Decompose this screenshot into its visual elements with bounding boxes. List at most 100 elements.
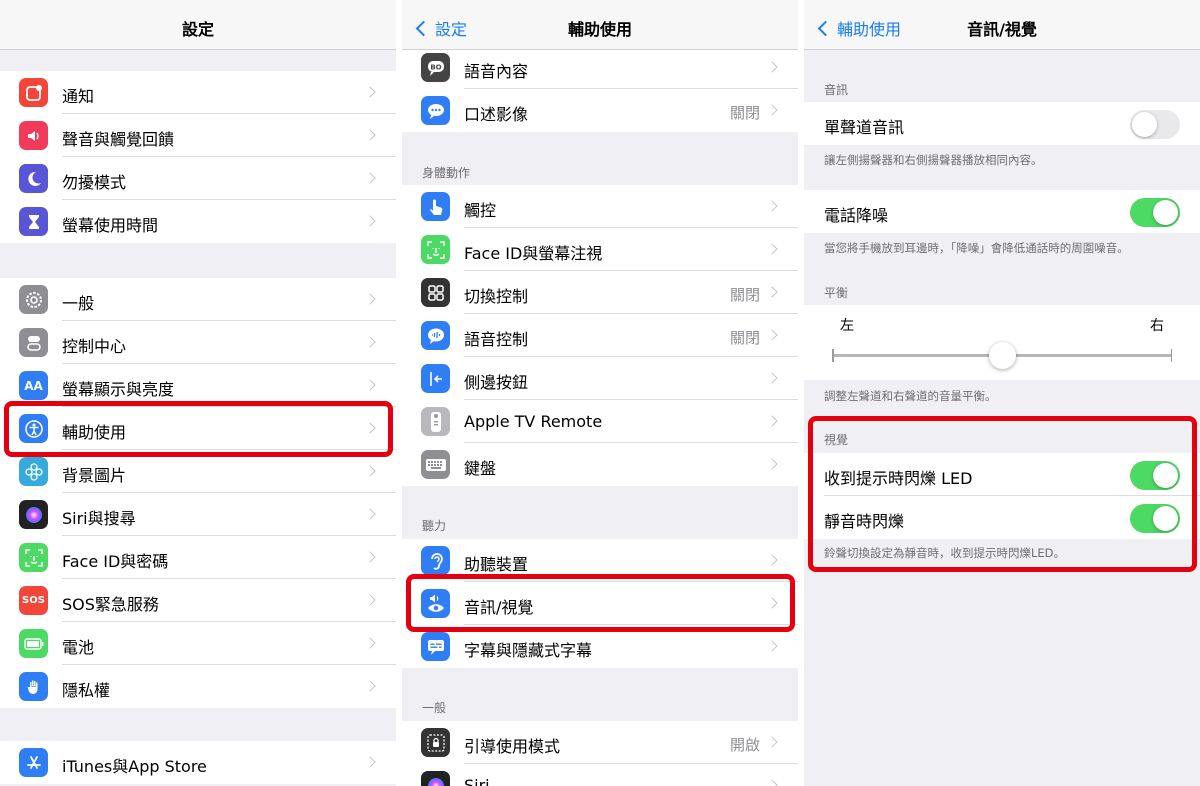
chevron-right-icon: [766, 286, 778, 298]
list-item-guided-access[interactable]: 引導使用模式 開啟: [402, 721, 798, 764]
list-item-display-brightness[interactable]: AA 螢幕顯示與亮度: [0, 364, 396, 407]
side-button-icon: [421, 364, 450, 393]
navigation-bar: 設定: [0, 0, 396, 50]
list-item-label: 隱私權: [62, 681, 111, 700]
chevron-right-icon: [364, 637, 376, 649]
chevron-right-icon: [766, 104, 778, 116]
mono-audio-toggle[interactable]: [1130, 110, 1180, 139]
page-title: 音訊/視覺: [967, 20, 1037, 39]
led-flash-label: 收到提示時閃爍 LED: [824, 469, 973, 488]
chevron-right-icon: [364, 551, 376, 563]
svg-text:BO: BO: [430, 63, 441, 71]
list-item-remote[interactable]: Apple TV Remote: [402, 400, 798, 443]
noise-cancellation-note: 當您將手機放到耳邊時，「降噪」會降低通話時的周圍噪音。: [824, 241, 1129, 255]
list-item-label: 側邊按鈕: [464, 373, 529, 392]
balance-note: 調整左聲道和右聲道的音量平衡。: [824, 389, 997, 403]
list-item-label: 鍵盤: [464, 459, 497, 478]
chevron-right-icon: [364, 594, 376, 606]
list-item-touch[interactable]: 觸控: [402, 185, 798, 228]
mono-audio-note: 讓左側揚聲器和右側揚聲器播放相同內容。: [824, 153, 1043, 167]
flash-note: 鈴聲切換設定為靜音時，收到提示時閃爍LED。: [824, 546, 1066, 560]
list-item-label: 音訊/視覺: [464, 598, 534, 617]
list-item-label: 切換控制: [464, 287, 529, 306]
display-brightness-icon: AA: [19, 371, 48, 400]
list-item-label: 螢幕使用時間: [62, 216, 159, 235]
list-item-label: 一般: [62, 294, 95, 313]
noise-cancellation-toggle[interactable]: [1130, 198, 1180, 227]
toggle-knob: [1153, 463, 1178, 488]
chevron-right-icon: [766, 243, 778, 255]
list-item-sound[interactable]: 聲音與觸覺回饋: [0, 114, 396, 157]
list-item-captions[interactable]: 字幕與隱藏式字幕: [402, 625, 798, 668]
list-item-battery[interactable]: 電池: [0, 622, 396, 665]
chevron-right-icon: [364, 86, 376, 98]
list-item-moon[interactable]: 勿擾模式: [0, 157, 396, 200]
list-item-label: Apple TV Remote: [464, 412, 603, 431]
list-item-wallpaper[interactable]: 背景圖片: [0, 450, 396, 493]
chevron-right-icon: [364, 680, 376, 692]
page-title: 輔助使用: [567, 20, 632, 39]
list-item-label: 電池: [62, 638, 95, 657]
audio-description-icon: [421, 96, 450, 125]
list-item-label: Face ID與密碼: [62, 552, 169, 571]
chevron-right-icon: [766, 372, 778, 384]
list-item-side-button[interactable]: 側邊按鈕: [402, 357, 798, 400]
list-item-hand[interactable]: 隱私權: [0, 665, 396, 708]
balance-slider-thumb[interactable]: [989, 342, 1016, 369]
hand-icon: [19, 672, 48, 701]
toggle-knob: [1153, 200, 1178, 225]
chevron-right-icon: [766, 597, 778, 609]
list-item-label: 聲音與觸覺回饋: [62, 130, 175, 149]
list-item-hourglass[interactable]: 螢幕使用時間: [0, 200, 396, 243]
list-item-speech[interactable]: BO 語音內容: [402, 46, 798, 89]
led-flash-toggle[interactable]: [1130, 461, 1180, 490]
page-title: 設定: [181, 20, 214, 39]
ear-icon: [421, 546, 450, 575]
list-item-keyboard[interactable]: 鍵盤: [402, 443, 798, 486]
list-item-accessibility[interactable]: 輔助使用: [0, 407, 396, 450]
section-header: 身體動作: [422, 166, 471, 180]
keyboard-icon: [421, 450, 450, 479]
list-item-label: 語音控制: [464, 330, 529, 349]
list-item-label: 口述影像: [464, 105, 529, 124]
settings-panel: 設定 通知聲音與觸覺回饋勿擾模式螢幕使用時間 一般控制中心 AA 螢幕顯示與亮度輔助使…: [0, 0, 396, 786]
list-item-gear[interactable]: 一般: [0, 278, 396, 321]
battery-icon: [19, 629, 48, 658]
list-item-label: 螢幕顯示與亮度: [62, 380, 175, 399]
list-item-label: iTunes與App Store: [62, 757, 207, 776]
touch-icon: [421, 192, 450, 221]
list-item-siri[interactable]: Siri: [402, 764, 798, 786]
list-item-switch-control[interactable]: 切換控制 關閉: [402, 271, 798, 314]
sos-icon: SOS: [19, 586, 48, 615]
flash-on-silent-toggle[interactable]: [1130, 504, 1180, 533]
switch-control-icon: [421, 278, 450, 307]
chevron-right-icon: [364, 215, 376, 227]
list-item-audio-description[interactable]: 口述影像 關閉: [402, 89, 798, 132]
list-item-app-store[interactable]: iTunes與App Store: [0, 741, 396, 784]
moon-icon: [19, 164, 48, 193]
chevron-right-icon: [364, 422, 376, 434]
list-item-sos[interactable]: SOS SOS緊急服務: [0, 579, 396, 622]
chevron-right-icon: [364, 756, 376, 768]
guided-access-icon: [421, 728, 450, 757]
list-item-voice-control[interactable]: 語音控制 關閉: [402, 314, 798, 357]
list-item-ear[interactable]: 助聽裝置: [402, 539, 798, 582]
balance-slider-track[interactable]: [832, 342, 1172, 369]
sound-icon: [19, 121, 48, 150]
wallpaper-icon: [19, 457, 48, 486]
list-item-face-id[interactable]: Face ID與螢幕注視: [402, 228, 798, 271]
toggle-knob: [1132, 112, 1157, 137]
siri-icon: [421, 771, 450, 786]
list-item-toggles[interactable]: 控制中心: [0, 321, 396, 364]
chevron-right-icon: [766, 640, 778, 652]
accessibility-icon: [19, 414, 48, 443]
face-id-icon: [19, 543, 48, 572]
remote-icon: [421, 407, 450, 436]
list-item-audio-visual[interactable]: 音訊/視覺: [402, 582, 798, 625]
chevron-right-icon: [766, 329, 778, 341]
list-item-face-id[interactable]: Face ID與密碼: [0, 536, 396, 579]
list-item-label: 字幕與隱藏式字幕: [464, 641, 593, 660]
navigation-bar: 設定 輔助使用: [402, 0, 798, 50]
list-item-notifications[interactable]: 通知: [0, 71, 396, 114]
list-item-siri[interactable]: Siri與搜尋: [0, 493, 396, 536]
